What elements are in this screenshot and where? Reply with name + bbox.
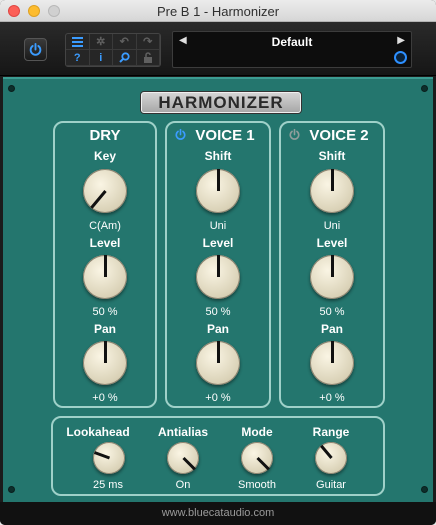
voice1-shift-label: Shift xyxy=(204,149,232,163)
voice1-level-value: 50 % xyxy=(205,306,231,318)
plugin-title: HARMONIZER xyxy=(141,92,301,113)
voice1-shift-value: Uni xyxy=(209,220,227,232)
key-value: C(Am) xyxy=(89,220,121,232)
settings-button[interactable]: ✲ xyxy=(89,34,113,50)
voice1-level-label: Level xyxy=(202,236,234,250)
help-icon: ? xyxy=(73,51,81,64)
voice1-shift-knob[interactable] xyxy=(196,169,240,213)
lookahead-knob[interactable] xyxy=(93,442,125,474)
screw-top-right xyxy=(421,85,428,92)
antialias-knob[interactable] xyxy=(167,442,199,474)
voice2-pan-label: Pan xyxy=(320,322,343,336)
info-button[interactable]: i xyxy=(89,50,113,66)
voice1-pan-value: +0 % xyxy=(205,392,231,404)
dry-level-label: Level xyxy=(89,236,121,250)
range-label: Range xyxy=(312,425,350,439)
dry-pan-value: +0 % xyxy=(92,392,118,404)
voice2-pan-knob[interactable] xyxy=(310,341,354,385)
dry-section: DRY Key C(Am) Level 50 % Pan +0 % xyxy=(53,121,157,408)
lock-button[interactable] xyxy=(136,50,160,66)
antialias-value: On xyxy=(175,479,191,491)
voice2-level-label: Level xyxy=(316,236,348,250)
dry-pan-knob[interactable] xyxy=(83,341,127,385)
dry-header: DRY xyxy=(89,127,121,144)
tool-grid: ✲ ↶ ↷ ? i xyxy=(65,33,161,67)
voice1-pan-knob[interactable] xyxy=(196,341,240,385)
range-knob[interactable] xyxy=(315,442,347,474)
undo-icon: ↶ xyxy=(119,36,129,48)
voice2-shift-label: Shift xyxy=(318,149,346,163)
screw-bottom-right xyxy=(421,486,428,493)
menu-icon xyxy=(71,36,83,47)
dry-pan-label: Pan xyxy=(93,322,116,336)
voice2-header: VOICE 2 xyxy=(309,127,369,144)
redo-button[interactable]: ↷ xyxy=(136,34,160,50)
global-section: Lookahead 25 ms Antialias On Mode Smooth… xyxy=(51,416,385,496)
window-title: Pre B 1 - Harmonizer xyxy=(156,4,280,19)
voice2-level-knob[interactable] xyxy=(310,255,354,299)
mode-value: Smooth xyxy=(238,479,276,491)
lock-icon xyxy=(143,52,152,63)
lookahead-label: Lookahead xyxy=(66,425,130,439)
screw-top-left xyxy=(8,85,15,92)
next-preset-button[interactable]: ▶ xyxy=(397,35,405,46)
voice1-header: VOICE 1 xyxy=(195,127,255,144)
key-knob[interactable] xyxy=(83,169,127,213)
preset-selector[interactable]: ◀ Default ▶ xyxy=(172,31,412,68)
voice2-shift-value: Uni xyxy=(323,220,341,232)
help-button[interactable]: ? xyxy=(66,50,90,66)
antialias-label: Antialias xyxy=(157,425,208,439)
voice1-section: VOICE 1 Shift Uni Level 50 % Pan +0 % xyxy=(165,121,271,408)
title-bar: Pre B 1 - Harmonizer xyxy=(0,0,436,22)
preset-menu-knob[interactable] xyxy=(394,51,407,64)
bypass-power-button[interactable] xyxy=(24,38,47,61)
plugin-panel: HARMONIZER DRY Key C(Am) Level 50 % Pan … xyxy=(3,77,433,502)
preset-name: Default xyxy=(271,35,313,49)
dry-level-value: 50 % xyxy=(92,306,118,318)
zoom-button[interactable] xyxy=(113,50,137,66)
voice2-pan-value: +0 % xyxy=(319,392,345,404)
magnifier-icon xyxy=(119,52,130,63)
voice1-level-knob[interactable] xyxy=(196,255,240,299)
voice2-level-value: 50 % xyxy=(319,306,345,318)
key-label: Key xyxy=(93,149,116,163)
toolbar: ✲ ↶ ↷ ? i ◀ Default ▶ xyxy=(0,22,436,76)
gear-icon: ✲ xyxy=(96,36,106,48)
plugin-window: Pre B 1 - Harmonizer ✲ ↶ ↷ ? i ◀ Default… xyxy=(0,0,436,525)
power-icon xyxy=(29,42,42,56)
mode-label: Mode xyxy=(241,425,273,439)
dry-level-knob[interactable] xyxy=(83,255,127,299)
voice2-shift-knob[interactable] xyxy=(310,169,354,213)
menu-button[interactable] xyxy=(66,34,90,50)
range-value: Guitar xyxy=(316,479,346,491)
info-icon: i xyxy=(99,51,103,64)
voice1-pan-label: Pan xyxy=(206,322,229,336)
redo-icon: ↷ xyxy=(143,36,153,48)
vendor-url-link[interactable]: www.bluecataudio.com xyxy=(0,502,436,525)
mode-knob[interactable] xyxy=(241,442,273,474)
voice2-section: VOICE 2 Shift Uni Level 50 % Pan +0 % xyxy=(279,121,385,408)
lookahead-value: 25 ms xyxy=(93,479,123,491)
undo-button[interactable]: ↶ xyxy=(113,34,137,50)
screw-bottom-left xyxy=(8,486,15,493)
